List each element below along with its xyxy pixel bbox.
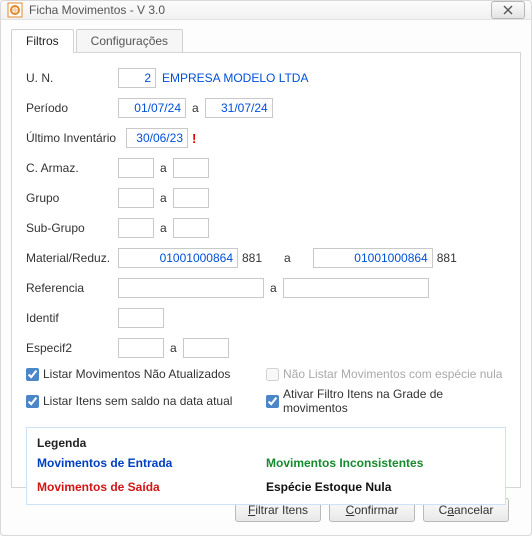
label-a-material: a	[284, 251, 291, 265]
material-from-suffix: 881	[242, 251, 262, 265]
tab-configuracoes[interactable]: Configurações	[76, 29, 183, 53]
label-un: U. N.	[26, 71, 118, 85]
checkbox-grid: Listar Movimentos Não Atualizados Não Li…	[26, 367, 506, 415]
check-listar-sem-saldo[interactable]: Listar Itens sem saldo na data atual	[26, 387, 266, 415]
check-listar-nao-atualizados-label: Listar Movimentos Não Atualizados	[43, 367, 230, 381]
legend-entrada: Movimentos de Entrada	[37, 456, 266, 470]
legend-box: Legenda Movimentos de Entrada Movimentos…	[26, 427, 506, 505]
client-area: Filtros Configurações U. N. EMPRESA MODE…	[1, 20, 531, 536]
confirmar-button-label: onfirmar	[354, 503, 398, 517]
label-a-carmaz: a	[160, 161, 167, 175]
dialog-window: Ficha Movimentos - V 3.0 Filtros Configu…	[0, 0, 532, 536]
label-a-grupo: a	[160, 191, 167, 205]
check-listar-nao-atualizados[interactable]: Listar Movimentos Não Atualizados	[26, 367, 266, 381]
label-material: Material/Reduz.	[26, 251, 118, 265]
close-icon	[502, 5, 514, 15]
input-especif2-to[interactable]	[183, 338, 229, 358]
tab-filtros[interactable]: Filtros	[11, 29, 74, 53]
label-a-especif2: a	[170, 341, 177, 355]
input-c-armaz-from[interactable]	[118, 158, 154, 178]
input-grupo-to[interactable]	[173, 188, 209, 208]
label-a-subgrupo: a	[160, 221, 167, 235]
input-material-to[interactable]	[313, 248, 433, 268]
checkbox-listar-sem-saldo[interactable]	[26, 395, 39, 408]
label-identif: Identif	[26, 311, 118, 325]
input-material-from[interactable]	[118, 248, 238, 268]
input-referencia-from[interactable]	[118, 278, 264, 298]
cancelar-button-label: ancelar	[454, 503, 493, 517]
company-name: EMPRESA MODELO LTDA	[162, 71, 308, 85]
check-nao-listar-especie-nula: Não Listar Movimentos com espécie nula	[266, 367, 506, 381]
legend-especie-nula: Espécie Estoque Nula	[266, 480, 495, 494]
input-periodo-from[interactable]	[118, 98, 186, 118]
label-referencia: Referencia	[26, 281, 118, 295]
input-ultimo-inventario[interactable]	[126, 128, 188, 148]
legend-grid: Movimentos de Entrada Movimentos Inconsi…	[37, 456, 495, 494]
label-periodo: Período	[26, 101, 118, 115]
tab-strip: Filtros Configurações	[11, 29, 521, 53]
checkbox-listar-nao-atualizados[interactable]	[26, 368, 39, 381]
material-to-suffix: 881	[437, 251, 457, 265]
window-title: Ficha Movimentos - V 3.0	[29, 3, 491, 17]
checkbox-nao-listar-especie-nula	[266, 368, 279, 381]
check-ativar-filtro-grade[interactable]: Ativar Filtro Itens na Grade de moviment…	[266, 387, 506, 415]
input-grupo-from[interactable]	[118, 188, 154, 208]
input-periodo-to[interactable]	[205, 98, 273, 118]
input-un[interactable]	[118, 68, 156, 88]
legend-saida: Movimentos de Saída	[37, 480, 266, 494]
input-c-armaz-to[interactable]	[173, 158, 209, 178]
label-c-armaz: C. Armaz.	[26, 161, 118, 175]
check-listar-sem-saldo-label: Listar Itens sem saldo na data atual	[43, 394, 232, 408]
warning-icon: !	[192, 131, 196, 146]
checkbox-ativar-filtro-grade[interactable]	[266, 395, 279, 408]
app-icon	[7, 2, 23, 18]
label-a-periodo: a	[192, 101, 199, 115]
check-nao-listar-especie-nula-label: Não Listar Movimentos com espécie nula	[283, 367, 502, 381]
input-subgrupo-from[interactable]	[118, 218, 154, 238]
close-button[interactable]	[491, 1, 525, 19]
label-ultimo-inventario: Último Inventário	[26, 131, 126, 145]
legend-title: Legenda	[37, 436, 495, 450]
input-subgrupo-to[interactable]	[173, 218, 209, 238]
tab-panel-filtros: U. N. EMPRESA MODELO LTDA Período a Últi…	[11, 52, 521, 488]
check-ativar-filtro-grade-label: Ativar Filtro Itens na Grade de moviment…	[283, 387, 506, 415]
input-identif[interactable]	[118, 308, 164, 328]
title-bar: Ficha Movimentos - V 3.0	[1, 1, 531, 20]
label-especif2: Especif2	[26, 341, 118, 355]
input-especif2-from[interactable]	[118, 338, 164, 358]
legend-inconsistentes: Movimentos Inconsistentes	[266, 456, 495, 470]
label-a-referencia: a	[270, 281, 277, 295]
input-referencia-to[interactable]	[283, 278, 429, 298]
filtrar-button-label: iltrar Itens	[255, 503, 308, 517]
label-grupo: Grupo	[26, 191, 118, 205]
label-subgrupo: Sub-Grupo	[26, 221, 118, 235]
